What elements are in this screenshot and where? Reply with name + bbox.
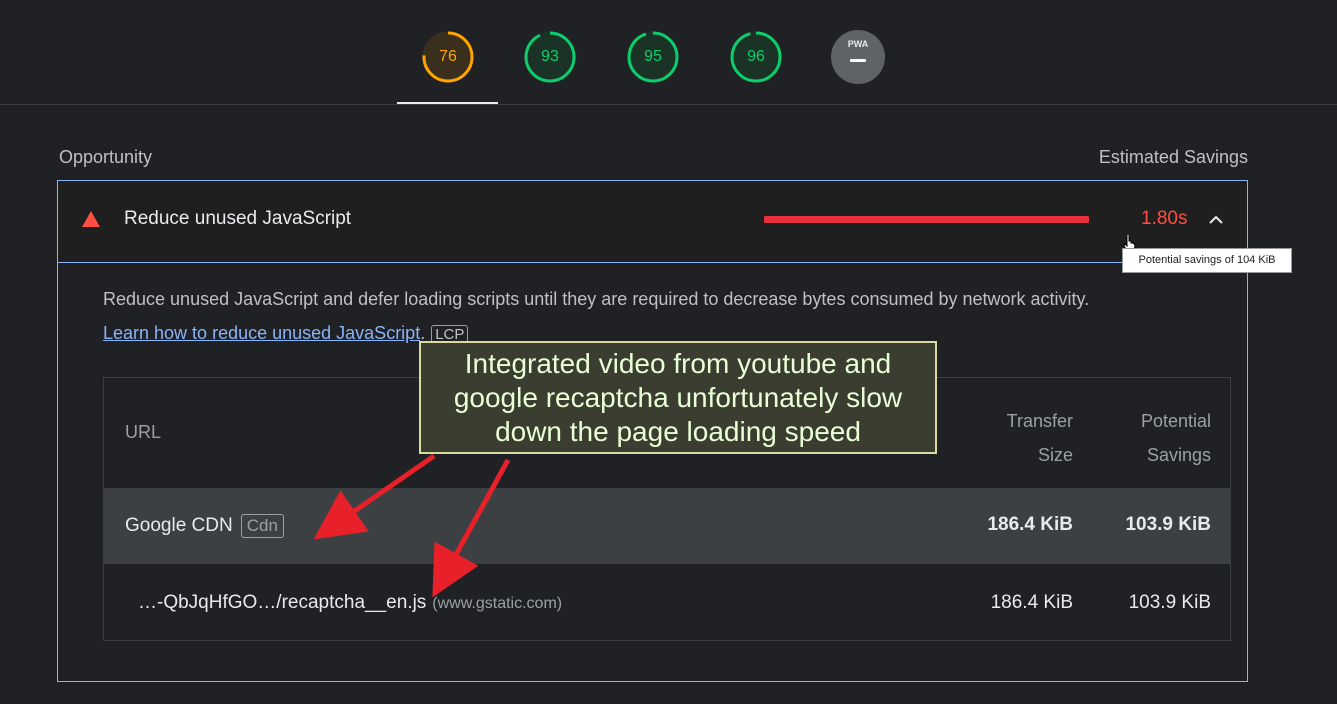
seo-gauge[interactable]: 96 [729,30,783,84]
group-potential-savings: 103.9 KiB [1125,514,1211,535]
savings-value: 1.80s [1141,208,1188,229]
potential-header-line2: Savings [1146,445,1211,465]
script-url: …-QbJqHfGO…/recaptcha__en.js (www.gstatic… [138,592,562,614]
audit-description: Reduce unused JavaScript and defer loadi… [103,282,1243,350]
column-header-potential-savings: Potential Savings [1141,404,1211,472]
dash-icon [850,59,866,62]
performance-score: 76 [439,48,457,65]
savings-bar [764,216,1089,223]
row-potential-savings: 103.9 KiB [1128,592,1211,613]
annotation-callout: Integrated video from youtube and google… [419,341,937,454]
audit-header[interactable]: Reduce unused JavaScript 1.80s [58,181,1247,263]
transfer-header-line1: Transfer [1006,411,1073,431]
link-period: . [420,323,426,343]
potential-header-line1: Potential [1140,411,1211,431]
annotation-line2: google recaptcha unfortunately slow [453,382,903,413]
savings-tooltip: Potential savings of 104 KiB [1122,248,1292,273]
chevron-up-icon[interactable] [1206,211,1226,227]
audit-title: Reduce unused JavaScript [124,208,352,229]
score-header: 76 93 95 96 PWA [0,0,1337,105]
learn-more-link[interactable]: Learn how to reduce unused JavaScript [103,323,420,343]
table-group-row[interactable]: Google CDN Cdn 186.4 KiB 103.9 KiB [104,488,1230,564]
estimated-savings-heading: Estimated Savings [1098,147,1248,167]
file-name: …-QbJqHfGO…/recaptcha__en.js [138,592,427,613]
accessibility-score: 93 [541,48,559,65]
accessibility-gauge[interactable]: 93 [523,30,577,84]
seo-score: 96 [747,48,765,65]
active-tab-indicator [397,102,498,104]
table-row[interactable]: …-QbJqHfGO…/recaptcha__en.js (www.gstatic… [104,564,1230,640]
cdn-badge: Cdn [240,514,284,538]
transfer-header-line2: Size [1037,445,1073,465]
annotation-line3: down the page loading speed [495,416,861,447]
pwa-badge[interactable]: PWA [831,30,885,84]
group-label: Google CDN [125,515,233,536]
column-header-url: URL [125,422,162,442]
group-name: Google CDN Cdn [125,514,284,538]
best-practices-gauge[interactable]: 95 [626,30,680,84]
opportunity-heading: Opportunity [59,147,153,167]
file-host: (www.gstatic.com) [432,595,563,612]
pwa-label: PWA [847,39,869,49]
column-header-transfer-size: Transfer Size [1007,404,1073,472]
annotation-line1: Integrated video from youtube and [464,348,892,379]
best-practices-score: 95 [644,48,662,65]
group-transfer-size: 186.4 KiB [987,514,1073,535]
performance-gauge[interactable]: 76 [421,30,475,84]
warning-triangle-icon [82,211,100,227]
description-text: Reduce unused JavaScript and defer loadi… [103,289,1090,309]
row-transfer-size: 186.4 KiB [990,592,1073,613]
